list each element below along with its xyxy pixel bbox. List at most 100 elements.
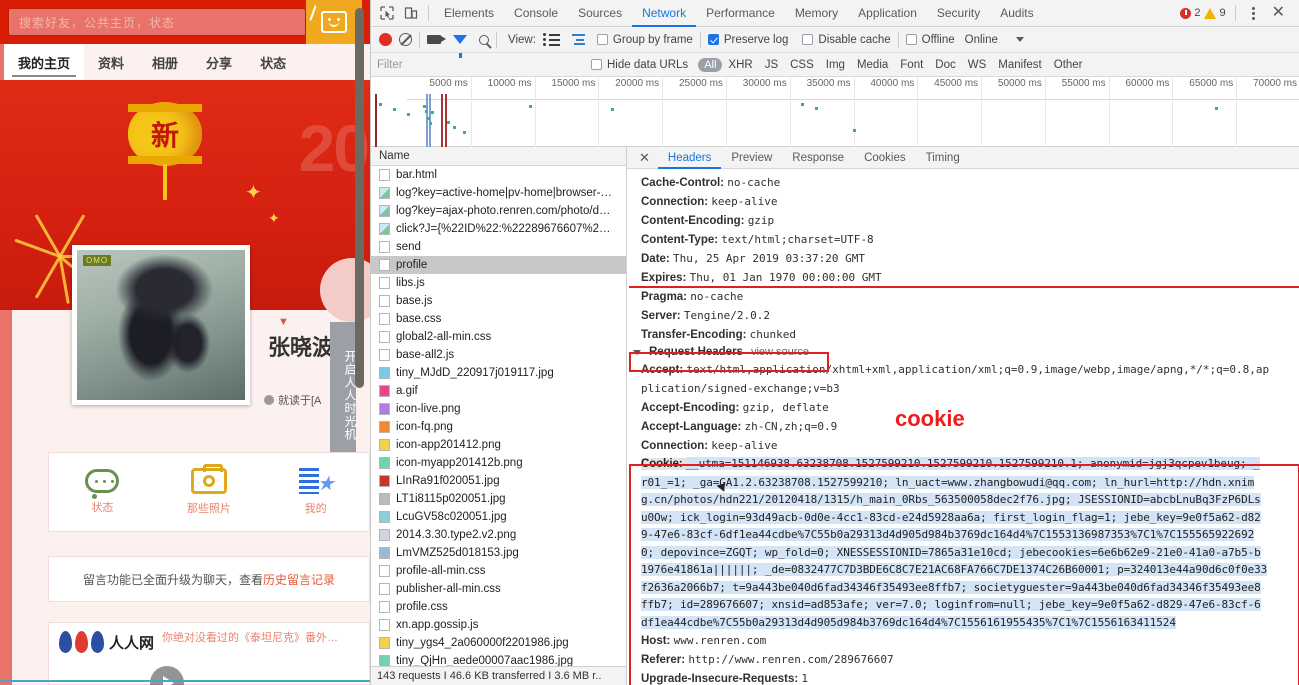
nav-tab-share[interactable]: 分享	[192, 44, 246, 80]
search-icon[interactable]	[479, 34, 489, 45]
offline-checkbox[interactable]: Offline	[905, 34, 955, 46]
network-overview[interactable]: 5000 ms 10000 ms 15000 ms 20000 ms 25000 ms 3…	[371, 77, 1299, 147]
tab-console[interactable]: Console	[504, 0, 568, 27]
view-source-link[interactable]: view source	[751, 346, 809, 358]
more-options-icon[interactable]	[1245, 6, 1262, 20]
request-row[interactable]: icon-myapp201412b.png	[371, 454, 626, 472]
type-filter-xhr[interactable]: XHR	[722, 59, 758, 71]
header-line: Transfer-Encoding: chunked	[627, 325, 1299, 344]
type-filter-font[interactable]: Font	[894, 59, 929, 71]
type-filter-js[interactable]: JS	[759, 59, 784, 71]
preserve-log-checkbox[interactable]: Preserve log	[707, 34, 788, 46]
request-row[interactable]: tiny_ygs4_2a060000f2201986.jpg	[371, 634, 626, 652]
request-row[interactable]: libs.js	[371, 274, 626, 292]
type-filter-all[interactable]: All	[698, 57, 723, 72]
waterfall-view-icon[interactable]	[571, 34, 585, 45]
video-card[interactable]: 人人网 你绝对没看过的《泰坦尼克》番外…	[48, 622, 370, 685]
type-filter-ws[interactable]: WS	[962, 59, 993, 71]
group-by-frame-checkbox[interactable]: Group by frame	[596, 34, 693, 46]
request-row[interactable]: 2014.3.30.type2.v2.png	[371, 526, 626, 544]
request-row[interactable]: log?key=ajax-photo.renren.com/photo/d…	[371, 202, 626, 220]
request-row[interactable]: log?key=active-home|pv-home|browser-…	[371, 184, 626, 202]
detail-tab-timing[interactable]: Timing	[916, 147, 970, 169]
request-row[interactable]: LcuGV58c020051.jpg	[371, 508, 626, 526]
throttling-select[interactable]: Online	[965, 34, 998, 46]
message-button[interactable]	[306, 0, 362, 44]
error-count-badge[interactable]: 2	[1180, 7, 1200, 19]
type-filter-media[interactable]: Media	[851, 59, 894, 71]
filmstrip-icon[interactable]	[427, 35, 446, 44]
request-row[interactable]: icon-fq.png	[371, 418, 626, 436]
request-row[interactable]: icon-app201412.png	[371, 436, 626, 454]
clear-icon[interactable]	[399, 33, 412, 46]
headers-body[interactable]: Cache-Control: no-cache Connection: keep-…	[627, 169, 1299, 685]
tab-security[interactable]: Security	[927, 0, 990, 27]
message-history-link[interactable]: 历史留言记录	[263, 571, 335, 588]
request-row[interactable]: profile.css	[371, 598, 626, 616]
request-row[interactable]: base.js	[371, 292, 626, 310]
chevron-down-icon[interactable]	[1015, 37, 1024, 42]
request-row[interactable]: global2-all-min.css	[371, 328, 626, 346]
request-headers-section-title[interactable]: Request Headers view source	[627, 344, 1299, 360]
request-row[interactable]: bar.html	[371, 166, 626, 184]
tab-audits[interactable]: Audits	[990, 0, 1043, 27]
filter-input[interactable]: Filter	[377, 56, 547, 74]
page-scrollbar[interactable]	[355, 8, 364, 388]
tab-performance[interactable]: Performance	[696, 0, 785, 27]
request-row[interactable]: a.gif	[371, 382, 626, 400]
detail-tab-preview[interactable]: Preview	[721, 147, 782, 169]
avatar[interactable]: OMO	[72, 245, 250, 405]
tab-network[interactable]: Network	[632, 0, 696, 27]
detail-tab-cookies[interactable]: Cookies	[854, 147, 916, 169]
request-row[interactable]: tiny_QjHn_aede00007aac1986.jpg	[371, 652, 626, 666]
request-row[interactable]: profile	[371, 256, 626, 274]
type-filter-other[interactable]: Other	[1048, 59, 1089, 71]
tab-application[interactable]: Application	[848, 0, 927, 27]
quick-action-mine[interactable]: ★ 我的	[262, 468, 369, 516]
type-filter-img[interactable]: Img	[820, 59, 851, 71]
detail-tab-response[interactable]: Response	[782, 147, 854, 169]
chevron-down-icon[interactable]	[633, 349, 641, 355]
hide-data-urls-checkbox[interactable]: Hide data URLs	[591, 59, 688, 71]
nav-tab-albums[interactable]: 相册	[138, 44, 192, 80]
header-value: chunked	[749, 327, 796, 341]
request-row[interactable]: LT1i8115p020051.jpg	[371, 490, 626, 508]
quick-action-photos[interactable]: 那些照片	[156, 464, 263, 516]
type-filter-manifest[interactable]: Manifest	[992, 59, 1047, 71]
request-row[interactable]: base-all2.js	[371, 346, 626, 364]
request-row[interactable]: publisher-all-min.css	[371, 580, 626, 598]
request-row[interactable]: xn.app.gossip.js	[371, 616, 626, 634]
request-row[interactable]: click?J={%22ID%22:%22289676607%2…	[371, 220, 626, 238]
detail-tab-headers[interactable]: Headers	[658, 147, 721, 169]
column-header-name[interactable]: Name	[371, 147, 626, 166]
nav-tab-home[interactable]: 我的主页	[4, 44, 85, 80]
warning-count-badge[interactable]: 9	[1204, 7, 1226, 19]
filter-icon[interactable]	[453, 35, 467, 58]
nav-tab-status[interactable]: 状态	[246, 44, 300, 80]
request-row[interactable]: profile-all-min.css	[371, 562, 626, 580]
type-filter-doc[interactable]: Doc	[929, 59, 961, 71]
request-row[interactable]: LInRa91f020051.jpg	[371, 472, 626, 490]
list-view-icon[interactable]	[542, 33, 560, 46]
detail-close-icon[interactable]: ✕	[631, 150, 658, 166]
close-icon[interactable]: ✕	[1266, 5, 1291, 21]
tab-sources[interactable]: Sources	[568, 0, 632, 27]
request-row[interactable]: LmVMZ525d018153.jpg	[371, 544, 626, 562]
request-row[interactable]: send	[371, 238, 626, 256]
search-input[interactable]: 搜索好友，公共主页，状态	[8, 8, 306, 36]
avatar-container[interactable]: OMO	[72, 245, 250, 405]
tab-elements[interactable]: Elements	[434, 0, 504, 27]
quick-action-status[interactable]: 状态	[49, 469, 156, 515]
nav-tab-profile[interactable]: 资料	[84, 44, 138, 80]
device-toolbar-icon[interactable]	[399, 2, 423, 24]
request-row[interactable]: tiny_MJdD_220917j019117.jpg	[371, 364, 626, 382]
disable-cache-checkbox[interactable]: Disable cache	[802, 34, 891, 46]
record-icon[interactable]	[379, 33, 392, 46]
inspect-element-icon[interactable]	[375, 2, 399, 24]
request-row[interactable]: icon-live.png	[371, 400, 626, 418]
type-filter-css[interactable]: CSS	[784, 59, 820, 71]
tab-memory[interactable]: Memory	[785, 0, 848, 27]
side-ad-banner[interactable]: 开启人人时光机	[330, 322, 357, 462]
request-list-body[interactable]: bar.html log?key=active-home|pv-home|brow…	[371, 166, 626, 666]
request-row[interactable]: base.css	[371, 310, 626, 328]
